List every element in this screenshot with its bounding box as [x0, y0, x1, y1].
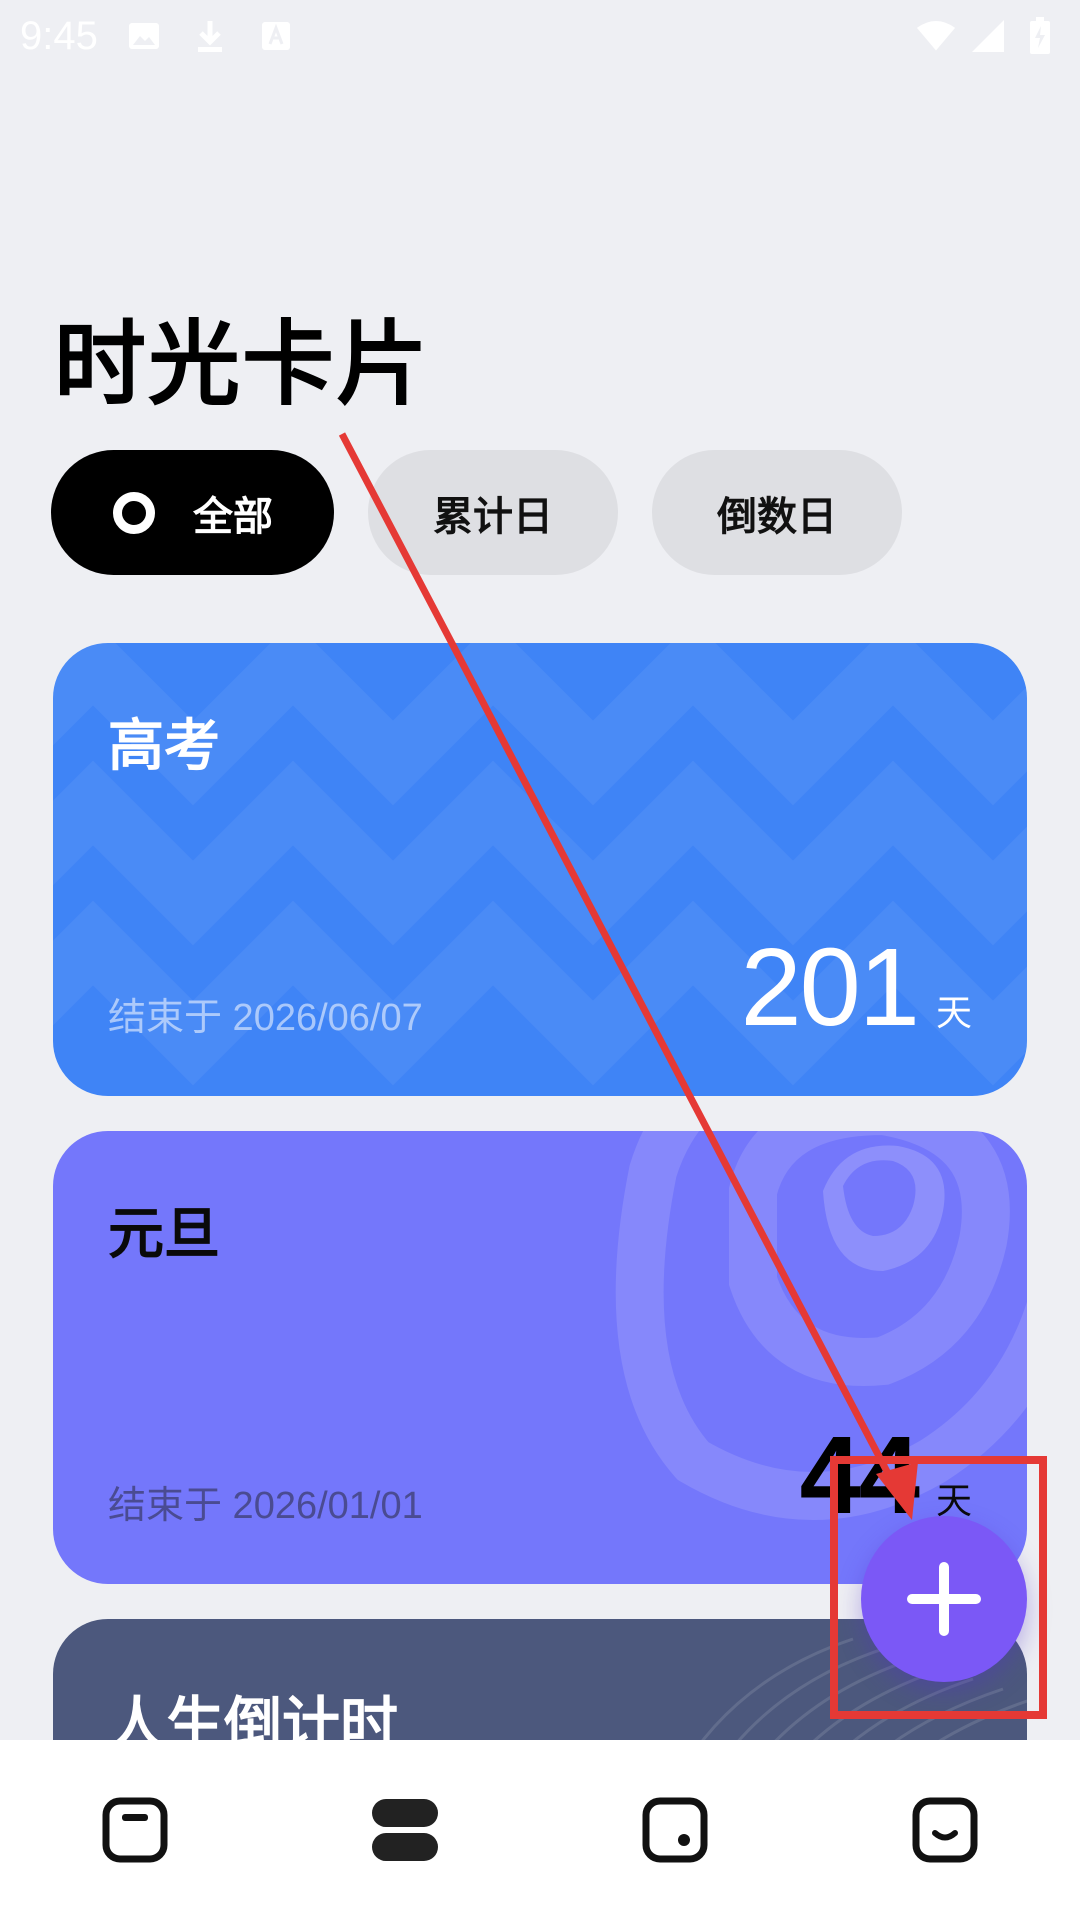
- filter-chip-label: 全部: [193, 493, 273, 540]
- nav-item-4[interactable]: [810, 1740, 1080, 1920]
- card-title: 元旦: [108, 1202, 220, 1267]
- card-end-date: 结束于 2026/06/07: [108, 997, 423, 1039]
- event-card-gaokao[interactable]: 高考 结束于 2026/06/07 201 天: [53, 643, 1027, 1096]
- add-card-button[interactable]: [861, 1516, 1027, 1682]
- filter-chip-cumulative[interactable]: 累计日: [368, 450, 618, 575]
- filter-chip-all[interactable]: 全部: [51, 450, 334, 575]
- card-days-number: 44: [799, 1414, 920, 1537]
- selected-ring-icon: [113, 491, 155, 534]
- signal-icon: [968, 16, 1008, 56]
- filter-chip-label: 累计日: [433, 493, 553, 540]
- card-days: 201 天: [740, 924, 972, 1051]
- status-bar: 9:45: [0, 0, 1080, 72]
- card-dot-icon: [642, 1797, 708, 1863]
- filter-chips: 全部 累计日 倒数日: [51, 450, 902, 575]
- plus-icon: [907, 1562, 981, 1636]
- stacked-cards-icon: [372, 1799, 438, 1861]
- card-days-unit: 天: [935, 993, 972, 1034]
- bottom-nav: [0, 1740, 1080, 1920]
- nav-item-2[interactable]: [270, 1740, 540, 1920]
- event-card-new-year[interactable]: 元旦 结束于 2026/01/01 44 天: [53, 1131, 1027, 1584]
- download-icon: [190, 16, 230, 56]
- card-days-number: 201: [740, 926, 920, 1049]
- image-icon: [124, 16, 164, 56]
- status-time: 9:45: [20, 13, 98, 58]
- card-end-date: 结束于 2026/01/01: [108, 1485, 423, 1527]
- page-title: 时光卡片: [54, 311, 431, 418]
- nav-item-3[interactable]: [540, 1740, 810, 1920]
- card-smile-icon: [912, 1797, 978, 1863]
- wifi-icon: [916, 16, 956, 56]
- font-icon: [256, 16, 296, 56]
- card-top-bar-icon: [102, 1797, 168, 1863]
- nav-item-1[interactable]: [0, 1740, 270, 1920]
- filter-chip-label: 倒数日: [717, 493, 837, 540]
- battery-charging-icon: [1020, 16, 1060, 56]
- status-right: [916, 16, 1060, 56]
- card-title: 高考: [108, 714, 220, 779]
- filter-chip-countdown[interactable]: 倒数日: [652, 450, 902, 575]
- status-left: 9:45: [20, 14, 296, 59]
